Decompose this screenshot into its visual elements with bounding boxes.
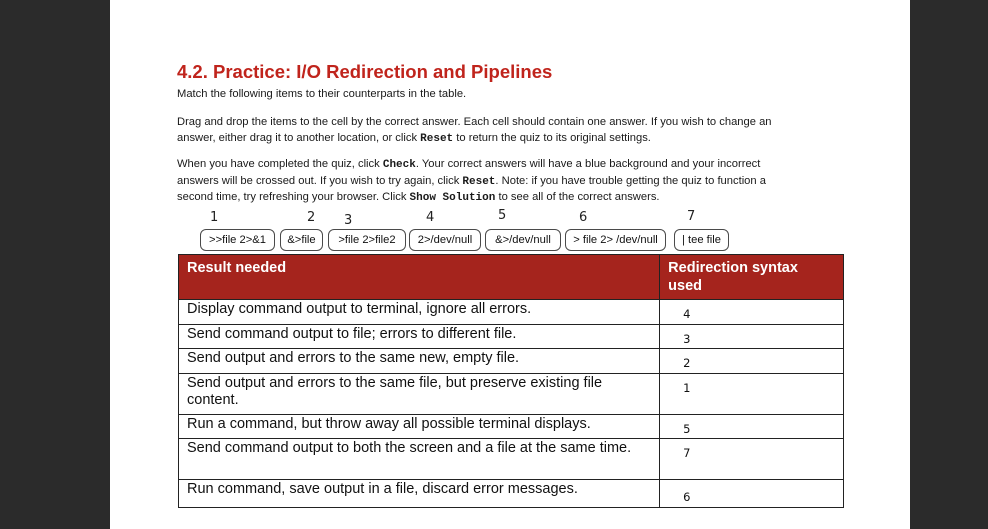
table-row: Run command, save output in a file, disc… [177, 479, 844, 508]
handwritten-number: 3 [344, 213, 353, 228]
drag-line2-a: answer, either drag it to another locati… [177, 131, 421, 144]
document-page: 4.2. Practice: I/O Redirection and Pipel… [110, 0, 910, 529]
answer-drop-cell[interactable]: 5 [659, 413, 844, 439]
complete-line2-a: answers will be crossed out. If you wish… [177, 174, 463, 187]
drag-chip[interactable]: &>/dev/null [485, 229, 561, 251]
table-header-row: Result needed Redirection syntax used [177, 254, 844, 300]
check-keyword: Check [382, 159, 416, 171]
result-cell: Send output and errors to the same new, … [177, 348, 661, 374]
answer-drop-cell[interactable]: 4 [659, 299, 844, 325]
drag-chip[interactable]: >>file 2>&1 [200, 229, 275, 251]
result-cell: Run a command, but throw away all possib… [177, 413, 661, 439]
drag-chip[interactable]: > file 2> /dev/null [565, 229, 666, 251]
page-title: 4.2. Practice: I/O Redirection and Pipel… [177, 61, 553, 82]
result-cell: Run command, save output in a file, disc… [177, 479, 661, 508]
drag-chip[interactable]: &>file [280, 229, 323, 251]
table-row: Send output and errors to the same new, … [177, 348, 844, 374]
matching-table: Result needed Redirection syntax used Di… [177, 254, 844, 508]
reset-keyword: Reset [420, 132, 454, 145]
drag-chip[interactable]: | tee file [674, 229, 729, 251]
result-cell: Send output and errors to the same file,… [177, 372, 661, 415]
table-row: Display command output to terminal, igno… [177, 299, 844, 325]
drag-instructions: Drag and drop the items to the cell by t… [177, 115, 837, 147]
completion-instructions: When you have completed the quiz, click … [177, 157, 837, 207]
handwritten-number: 5 [498, 208, 507, 223]
answer-drop-cell[interactable]: 1 [659, 372, 844, 415]
intro-text: Match the following items to their count… [177, 88, 467, 100]
complete-line3-b: to see all of the correct answers. [495, 191, 660, 203]
drag-chip[interactable]: >file 2>file2 [328, 229, 406, 251]
header-result-needed: Result needed [177, 254, 661, 300]
reset-keyword: Reset [462, 175, 496, 188]
result-cell: Display command output to terminal, igno… [177, 299, 661, 325]
header-redirection-syntax: Redirection syntax used [659, 254, 844, 300]
complete-line3-a: second time, try refreshing your browser… [177, 191, 410, 203]
drag-chip[interactable]: 2>/dev/null [409, 229, 481, 251]
right-margin [910, 0, 988, 529]
drag-line1: Drag and drop the items to the cell by t… [177, 116, 772, 128]
left-margin [0, 0, 110, 529]
answer-drop-cell[interactable]: 2 [659, 348, 844, 374]
table-row: Send command output to file; errors to d… [177, 323, 844, 349]
table-row: Run a command, but throw away all possib… [177, 413, 844, 439]
answer-drop-cell[interactable]: 3 [659, 323, 844, 349]
answer-drop-cell[interactable]: 6 [659, 479, 844, 508]
result-cell: Send command output to both the screen a… [177, 438, 661, 480]
handwritten-number: 2 [307, 210, 316, 225]
handwritten-number: 6 [579, 210, 588, 225]
answer-drop-cell[interactable]: 7 [659, 438, 844, 480]
result-cell: Send command output to file; errors to d… [177, 323, 661, 349]
table-row: Send command output to both the screen a… [177, 438, 844, 480]
table-row: Send output and errors to the same file,… [177, 372, 844, 415]
handwritten-number: 7 [687, 209, 696, 224]
handwritten-number: 1 [210, 210, 219, 225]
complete-line2-b: . Note: if you have trouble getting the … [495, 174, 766, 187]
complete-line1-b: . Your correct answers will have a blue … [415, 158, 761, 170]
drag-line2-b: to return the quiz to its original setti… [453, 131, 651, 144]
handwritten-number: 4 [426, 210, 435, 225]
show-solution-keyword: Show Solution [409, 192, 496, 204]
complete-line1-a: When you have completed the quiz, click [177, 158, 383, 170]
